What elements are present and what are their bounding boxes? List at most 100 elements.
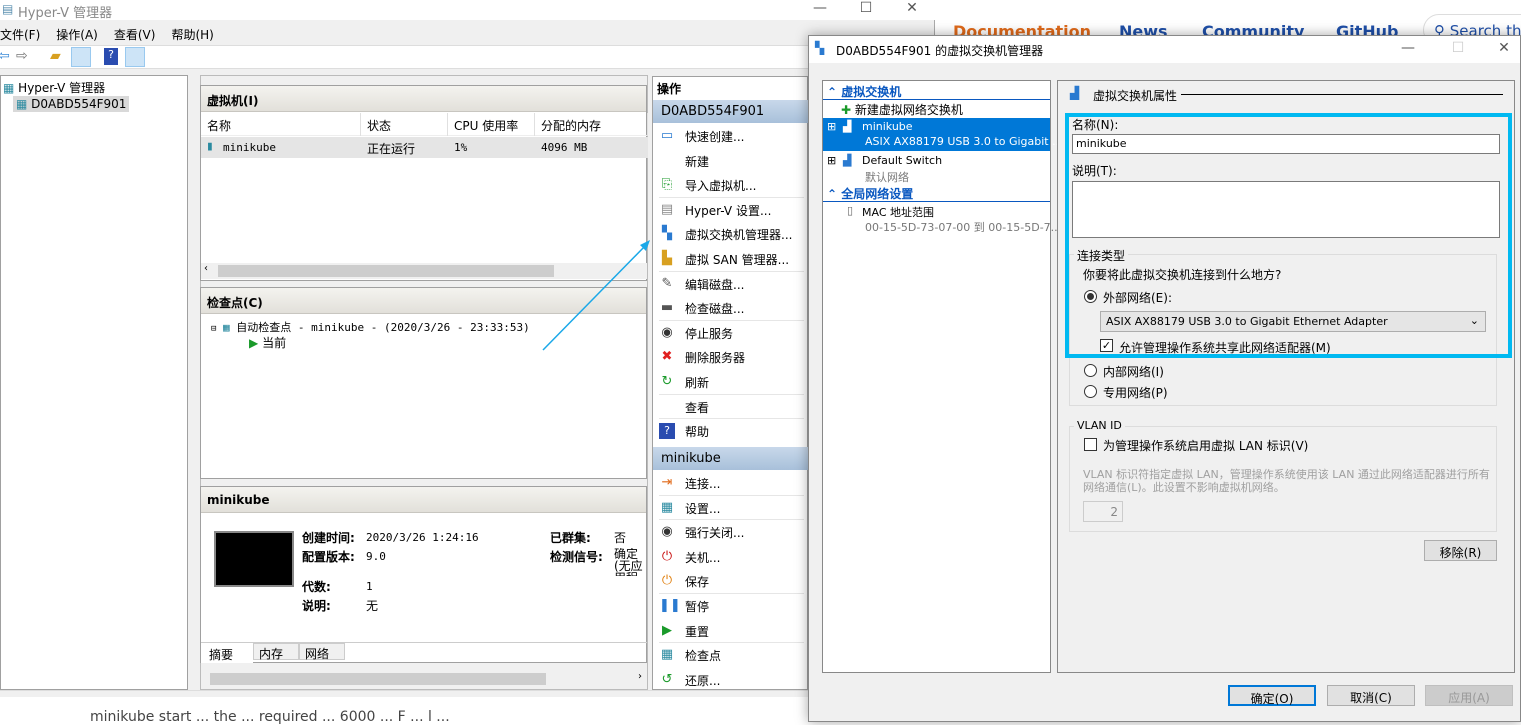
action-label: 还原...	[685, 673, 721, 688]
switch-icon: ▟	[843, 154, 852, 167]
action-host-11[interactable]: 查看	[653, 395, 808, 419]
action-host-6[interactable]: ✎ 编辑磁盘...	[653, 272, 808, 296]
tab-summary[interactable]: 摘要	[201, 643, 253, 663]
action-vm-6[interactable]: ▶ 重置	[653, 619, 808, 643]
checkpoint-item[interactable]: ⊟ ▦ 自动检查点 - minikube - (2020/3/26 - 23:3…	[211, 319, 530, 335]
help-icon[interactable]: ?	[104, 48, 118, 65]
cancel-button[interactable]: 取消(C)	[1327, 685, 1415, 706]
action-vm-0[interactable]: ⇥ 连接...	[653, 471, 808, 495]
action-vm-5[interactable]: ❚❚ 暂停	[653, 594, 808, 618]
close-button[interactable]: ✕	[889, 0, 935, 20]
switch-item-minikube[interactable]: ⊞ ▟ minikube ASIX AX88179 USB 3.0 to Gig…	[823, 118, 1063, 151]
menu-action[interactable]: 操作(A)	[56, 28, 98, 42]
new-switch-item[interactable]: ✚ 新建虚拟网络交换机	[841, 101, 963, 118]
expand-icon[interactable]: ⊞	[827, 120, 836, 133]
expand-icon[interactable]: ⊞	[827, 154, 836, 167]
details-panel: minikube 创建时间: 2020/3/26 1:24:16 配置版本: 9…	[200, 486, 647, 663]
tree-root[interactable]: ▦ Hyper-V 管理器	[3, 79, 105, 96]
action-host-12[interactable]: ? 帮助	[653, 419, 808, 443]
menu-view[interactable]: 查看(V)	[114, 28, 156, 42]
show-hide-action-pane-icon[interactable]	[125, 47, 145, 67]
revert-icon: ↺	[661, 671, 673, 687]
action-host-8[interactable]: ◉ 停止服务	[653, 321, 808, 345]
checkpoint-now[interactable]: ▶ 当前	[249, 334, 286, 351]
action-host-5[interactable]: ▙ 虚拟 SAN 管理器...	[653, 247, 808, 271]
action-vm-3[interactable]: ⏻ 关机...	[653, 545, 808, 569]
tree-host[interactable]: ▦ D0ABD554F901	[13, 96, 130, 112]
action-label: 保存	[685, 575, 710, 590]
action-host-4[interactable]: ▚ 虚拟交换机管理器...	[653, 222, 808, 246]
vm-name: minikube	[223, 141, 276, 154]
menu-help[interactable]: 帮助(H)	[171, 28, 213, 42]
action-host-0[interactable]: ▭ 快速创建...	[653, 124, 808, 148]
action-label: 刷新	[685, 376, 710, 390]
radio-private[interactable]	[1084, 385, 1097, 398]
action-host-10[interactable]: ↻ 刷新	[653, 370, 808, 394]
properties-title: 虚拟交换机属性	[1093, 89, 1178, 103]
ok-button[interactable]: 确定(O)	[1228, 685, 1316, 706]
mac-range-item[interactable]: ▯ MAC 地址范围 00-15-5D-73-07-00 到 00-15-5D-…	[823, 203, 1061, 236]
menu-file[interactable]: 文件(F)	[0, 28, 40, 42]
dialog-title: D0ABD554F901 的虚拟交换机管理器	[836, 44, 1044, 58]
turn-off-icon: ◉	[661, 524, 673, 540]
action-host-3[interactable]: ▤ Hyper-V 设置...	[653, 198, 808, 222]
dialog-minimize-button[interactable]: —	[1385, 40, 1431, 60]
switch-manager-dialog: ▚ D0ABD554F901 的虚拟交换机管理器 — ☐ ✕ ⌃ 虚拟交换机 ✚…	[808, 35, 1521, 722]
action-host-1[interactable]: 新建	[653, 149, 808, 173]
up-folder-icon[interactable]: ▰	[50, 48, 61, 64]
vm-thumbnail[interactable]	[214, 531, 294, 587]
action-pane: 操作 D0ABD554F901 ▭ 快速创建... 新建 ⎘ 导入虚拟机... ▤ Hype…	[652, 76, 808, 690]
action-host-2[interactable]: ⎘ 导入虚拟机...	[653, 173, 808, 197]
action-label: 编辑磁盘...	[685, 277, 745, 292]
desc-label: 说明:	[302, 599, 331, 613]
radio-internal[interactable]	[1084, 364, 1097, 377]
forward-icon[interactable]: ⇨	[16, 48, 28, 64]
action-vm-7[interactable]: ▦ 检查点	[653, 643, 808, 667]
dialog-close-button[interactable]: ✕	[1481, 40, 1521, 60]
table-row[interactable]: ▮ minikube 正在运行 1% 4096 MB	[201, 137, 648, 158]
show-hide-console-tree-icon[interactable]	[71, 47, 91, 67]
switch-manager-icon: ▚	[815, 41, 825, 55]
vlan-enable-checkbox[interactable]	[1084, 438, 1097, 451]
collapse-icon: ⌃	[827, 187, 842, 201]
action-vm-2[interactable]: ◉ 强行关闭...	[653, 520, 808, 544]
section-global-network[interactable]: ⌃ 全局网络设置	[823, 185, 1050, 202]
tab-network[interactable]: 网络	[299, 643, 345, 661]
col-cpu[interactable]: CPU 使用率	[448, 113, 535, 136]
action-host-7[interactable]: ▬ 检查磁盘...	[653, 296, 808, 320]
checkpoint-icon: ▦	[660, 647, 674, 663]
pause-icon: ❚❚	[659, 598, 681, 613]
switch-item-default[interactable]: ⊞ ▟ Default Switch 默认网络	[823, 153, 1050, 186]
col-state[interactable]: 状态	[361, 113, 448, 136]
section-virtual-switches[interactable]: ⌃ 虚拟交换机	[823, 83, 1050, 100]
action-group-host[interactable]: D0ABD554F901	[653, 100, 808, 123]
col-name[interactable]: 名称	[201, 113, 361, 136]
new-switch-icon: ✚	[841, 103, 852, 117]
tab-memory[interactable]: 内存	[253, 643, 299, 661]
internal-label: 内部网络(I)	[1103, 365, 1164, 379]
webpage-footer-text: minikube start ... the ... required ... …	[90, 709, 450, 725]
remove-button[interactable]: 移除(R)	[1424, 540, 1497, 561]
mac-icon: ▯	[847, 204, 854, 217]
action-group-vm[interactable]: minikube	[653, 447, 808, 470]
console-tree: ▦ Hyper-V 管理器 ▦ D0ABD554F901	[0, 75, 188, 690]
action-label: 帮助	[685, 425, 710, 440]
switch-icon: ▟	[1070, 86, 1080, 100]
maximize-button[interactable]: ☐	[843, 0, 889, 20]
app-icon: ▤	[2, 2, 14, 16]
action-vm-4[interactable]: ⏻ 保存	[653, 569, 808, 593]
action-host-9[interactable]: ✖ 删除服务器	[653, 345, 808, 369]
action-label: 快速创建...	[685, 130, 745, 144]
vm-icon: ▮	[206, 139, 214, 154]
vlan-enable-label: 为管理操作系统启用虚拟 LAN 标识(V)	[1103, 439, 1309, 453]
vm-panel-title: 虚拟机(I)	[201, 86, 646, 112]
action-vm-8[interactable]: ↺ 还原...	[653, 668, 808, 692]
action-vm-1[interactable]: ▦ 设置...	[653, 496, 808, 520]
col-memory[interactable]: 分配的内存	[535, 113, 648, 136]
created-value: 2020/3/26 1:24:16	[366, 531, 479, 544]
action-label: 新建	[685, 154, 710, 169]
switch-tree: ⌃ 虚拟交换机 ✚ 新建虚拟网络交换机 ⊞ ▟ minikube ASIX AX…	[822, 80, 1063, 673]
center-hscrollbar[interactable]: ›	[201, 671, 647, 687]
back-icon[interactable]: ⇦	[0, 48, 10, 64]
minimize-button[interactable]: —	[797, 0, 843, 20]
